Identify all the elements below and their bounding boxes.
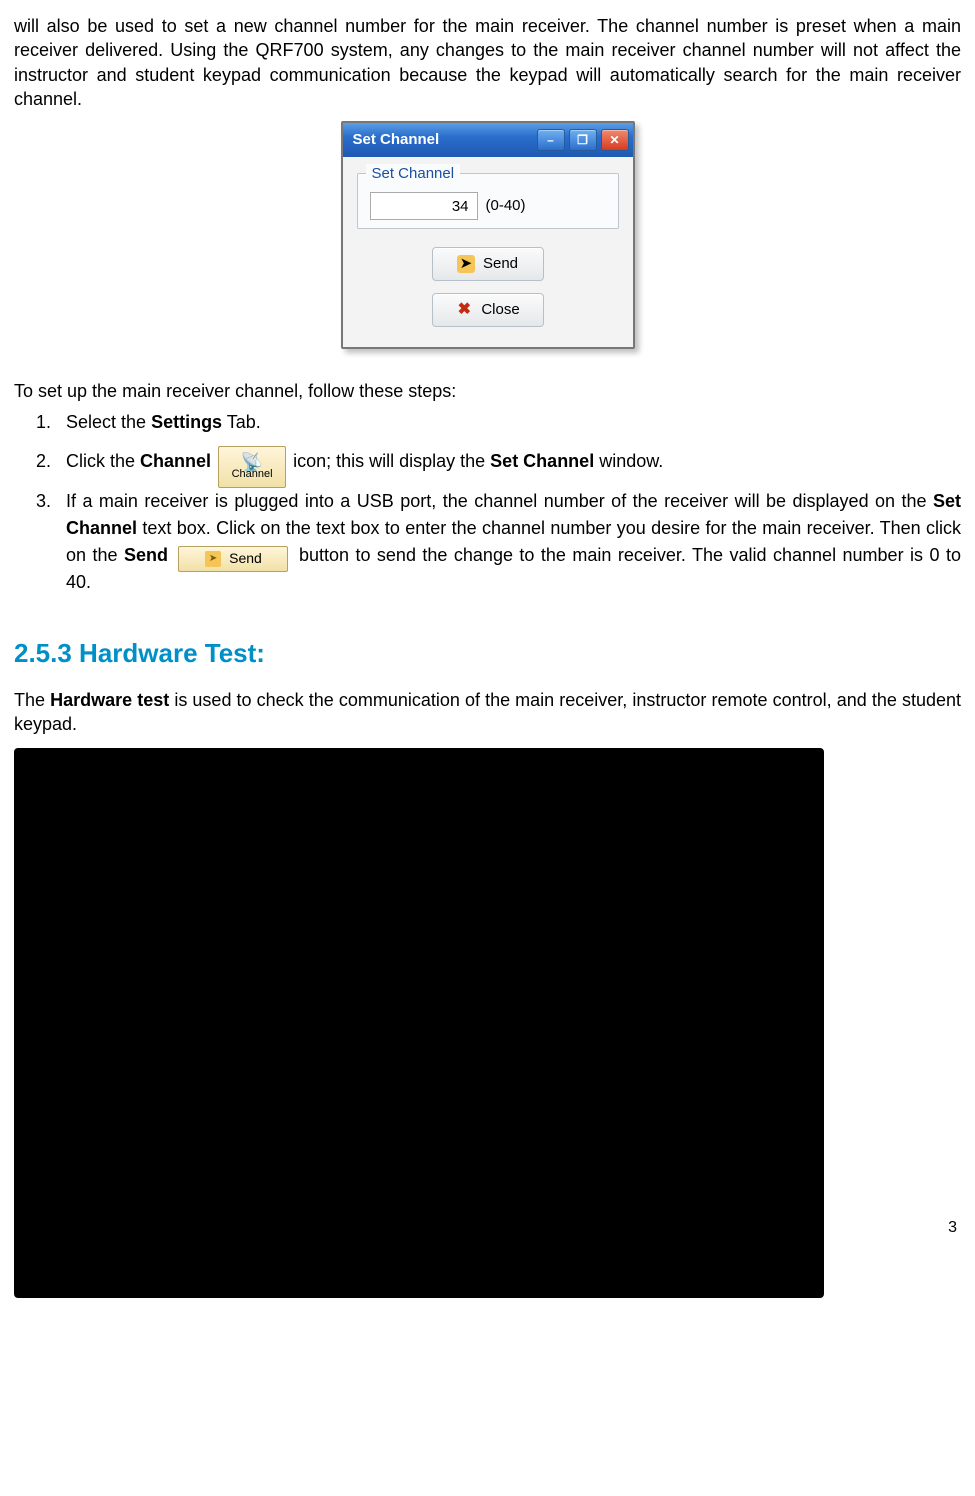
send-chip-label: Send <box>229 548 262 569</box>
send-icon: ➤ <box>457 255 475 273</box>
groupbox-label: Set Channel <box>366 164 461 184</box>
page-number-partial: 3 <box>948 1217 957 1239</box>
antenna-icon: 📡 <box>241 455 263 469</box>
step-3: If a main receiver is plugged into a USB… <box>56 488 961 596</box>
steps-list: Select the Settings Tab. Click the Chann… <box>28 409 961 596</box>
restore-button[interactable]: ❐ <box>569 129 597 151</box>
channel-icon-chip: 📡 Channel <box>218 446 286 488</box>
step-1: Select the Settings Tab. <box>56 409 961 436</box>
send-button-chip: ➤ Send <box>178 546 288 572</box>
channel-input[interactable] <box>370 192 478 220</box>
set-channel-window: Set Channel – ❐ ✕ Set Channel (0-40) ➤ S… <box>341 121 635 349</box>
hardware-paragraph: The Hardware test is used to check the c… <box>14 688 961 737</box>
set-channel-groupbox: Set Channel (0-40) <box>357 173 619 229</box>
cancel-icon: ✖ <box>455 301 473 319</box>
window-close-button[interactable]: ✕ <box>601 129 629 151</box>
section-heading: 2.5.3 Hardware Test: <box>14 636 961 671</box>
minimize-icon: – <box>547 132 554 148</box>
close-icon: ✕ <box>609 132 619 148</box>
hardware-test-screenshot <box>14 748 824 1298</box>
steps-lead: To set up the main receiver channel, fol… <box>14 379 961 403</box>
restore-icon: ❐ <box>577 132 588 148</box>
set-channel-figure: Set Channel – ❐ ✕ Set Channel (0-40) ➤ S… <box>14 121 961 349</box>
close-button[interactable]: ✖ Close <box>432 293 544 327</box>
send-button[interactable]: ➤ Send <box>432 247 544 281</box>
window-title: Set Channel <box>353 130 440 150</box>
channel-chip-label: Channel <box>232 469 273 480</box>
step-2: Click the Channel 📡 Channel icon; this w… <box>56 446 961 478</box>
window-titlebar: Set Channel – ❐ ✕ <box>343 123 633 157</box>
intro-paragraph: will also be used to set a new channel n… <box>14 14 961 111</box>
minimize-button[interactable]: – <box>537 129 565 151</box>
send-chip-icon: ➤ <box>205 551 221 567</box>
channel-range-text: (0-40) <box>486 196 526 216</box>
close-button-label: Close <box>481 300 519 320</box>
send-button-label: Send <box>483 254 518 274</box>
